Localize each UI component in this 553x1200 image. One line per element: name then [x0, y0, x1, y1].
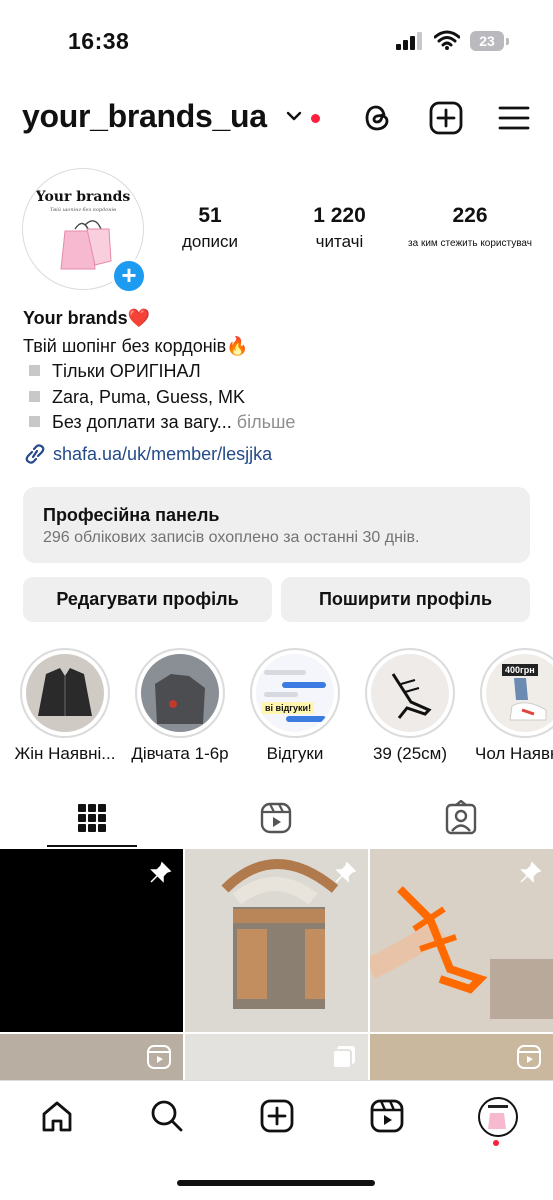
reviews-badge: ві відгуки!	[262, 702, 315, 714]
reel-icon	[147, 1045, 171, 1069]
active-tab-indicator	[47, 845, 137, 847]
shopping-bag-icon	[60, 220, 112, 270]
stat-following-label: за ким стежить користувач	[408, 238, 532, 249]
reels-icon[interactable]	[369, 1098, 405, 1134]
highlight[interactable]: ві відгуки!	[250, 648, 340, 738]
jacket-image	[38, 668, 92, 716]
profile-link-text: shafa.ua/uk/member/lesjjka	[53, 444, 273, 464]
chat-bubble	[286, 716, 326, 722]
stat-followers[interactable]: 1 220 читачі	[292, 204, 387, 252]
wifi-icon	[434, 30, 460, 50]
stat-followers-label: читачі	[315, 232, 364, 251]
highlight-label: Чол Наявн	[475, 744, 553, 763]
home-icon[interactable]	[39, 1098, 75, 1134]
carousel-icon	[332, 1046, 355, 1069]
post-thumbnail[interactable]	[370, 849, 553, 1032]
highlight-label: Жін Наявні...	[14, 744, 116, 763]
post-thumbnail[interactable]	[185, 1034, 368, 1080]
avatar-logo-title: Your brands	[35, 189, 131, 205]
professional-dashboard[interactable]: Професійна панель 296 облікових записів …	[23, 487, 530, 563]
search-icon[interactable]	[149, 1098, 185, 1134]
highlight[interactable]: 400грн	[480, 648, 553, 738]
post-thumbnail[interactable]	[370, 1034, 553, 1080]
battery-icon: 23	[470, 31, 504, 51]
professional-dashboard-title: Професійна панель	[43, 505, 220, 525]
notification-dot	[311, 114, 320, 123]
highlight[interactable]	[135, 648, 225, 738]
highlight-cover	[141, 654, 219, 732]
create-icon[interactable]	[428, 100, 464, 136]
bio-item-text: Тільки ОРИГІНАЛ	[52, 361, 201, 381]
highlight-label: Дівчата 1-6р	[131, 744, 229, 763]
square-bullet-icon	[29, 365, 40, 376]
menu-icon[interactable]	[496, 100, 532, 136]
bio-item: Тільки ОРИГІНАЛ	[23, 361, 201, 382]
price-tag: 400грн	[502, 664, 538, 676]
square-bullet-icon	[29, 416, 40, 427]
link-icon	[25, 444, 45, 464]
post-thumbnail[interactable]	[0, 849, 183, 1032]
post-thumbnail[interactable]	[0, 1034, 183, 1080]
highlight[interactable]	[20, 648, 110, 738]
stat-posts[interactable]: 51 дописи	[165, 204, 255, 252]
chat-bubble	[264, 670, 306, 675]
bio-line: Твій шопінг без кордонів🔥	[23, 336, 249, 356]
bio-item: Zara, Puma, Guess, MK	[23, 387, 245, 408]
highlight-cover	[26, 654, 104, 732]
avatar-logo-subtitle: Твій шопінг без кордонів	[49, 207, 117, 213]
stat-following-value: 226	[452, 204, 488, 227]
pin-icon	[150, 861, 172, 883]
more-link[interactable]: більше	[237, 412, 296, 432]
pin-icon	[520, 861, 542, 883]
chat-bubble	[264, 692, 298, 697]
tagged-tab-icon[interactable]	[443, 800, 479, 836]
kids-jacket-image	[155, 674, 205, 724]
stat-following[interactable]: 226 за ким стежить користувач	[405, 204, 535, 249]
professional-dashboard-subtitle: 296 облікових записів охоплено за останн…	[43, 529, 420, 546]
chevron-down-icon[interactable]	[286, 110, 302, 122]
bio-item-text: Zara, Puma, Guess, MK	[52, 387, 246, 407]
square-bullet-icon	[29, 391, 40, 402]
highlight-cover: ві відгуки!	[256, 654, 334, 732]
stat-posts-label: дописи	[181, 232, 239, 251]
highlight-label: Відгуки	[266, 744, 324, 763]
edit-profile-button[interactable]: Редагувати профіль	[23, 577, 272, 622]
cellular-signal-icon	[396, 32, 424, 50]
highlight[interactable]	[365, 648, 455, 738]
stat-posts-value: 51	[198, 204, 222, 227]
stat-followers-value: 1 220	[313, 204, 366, 227]
create-post-icon[interactable]	[259, 1098, 295, 1134]
reels-tab-icon[interactable]	[258, 800, 294, 836]
profile-nav-avatar[interactable]	[478, 1097, 518, 1137]
pin-icon	[335, 861, 357, 883]
share-profile-button[interactable]: Поширити профіль	[281, 577, 530, 622]
highlight-cover	[371, 654, 449, 732]
nav-notification-dot	[493, 1140, 499, 1146]
bio-item: Без доплати за вагу... більше	[23, 412, 295, 433]
post-thumbnail[interactable]	[185, 849, 368, 1032]
home-indicator	[177, 1180, 375, 1186]
highlight-label: 39 (25см)	[372, 744, 448, 763]
battery-tip	[506, 38, 509, 45]
account-username[interactable]: your_brands_ua	[22, 98, 267, 135]
threads-icon[interactable]	[360, 100, 396, 136]
profile-link[interactable]: shafa.ua/uk/member/lesjjka	[23, 443, 272, 465]
add-story-button[interactable]: +	[111, 258, 147, 294]
reel-icon	[517, 1045, 541, 1069]
chat-bubble	[282, 682, 326, 688]
grid-tab-icon[interactable]	[74, 800, 110, 836]
bio-item-text: Без доплати за вагу...	[52, 412, 232, 432]
status-time: 16:38	[68, 28, 130, 54]
heels-image	[391, 673, 432, 719]
profile-name: Your brands❤️	[23, 308, 151, 328]
avatar-bag-icon	[488, 1105, 508, 1129]
